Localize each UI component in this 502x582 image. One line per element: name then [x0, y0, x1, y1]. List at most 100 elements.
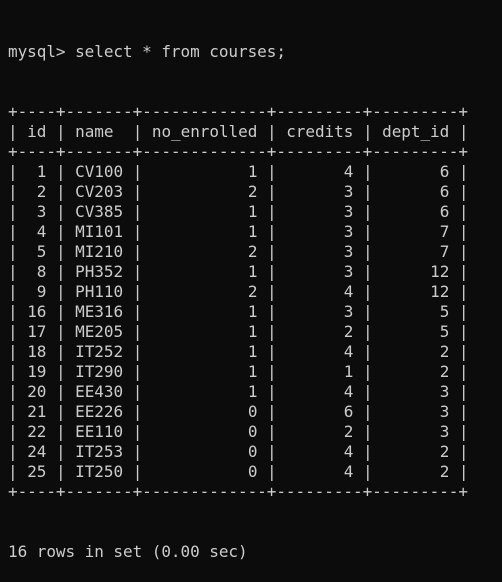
cell-name: CV385: [75, 202, 124, 221]
table-row: | 3 | CV385 | 1 | 3 | 6 |: [8, 202, 469, 221]
cell-no_enrolled: 1: [247, 222, 258, 241]
cell-name: EE226: [75, 402, 124, 421]
table-row: | 24 | IT253 | 0 | 4 | 2 |: [8, 442, 469, 461]
table-row: | 8 | PH352 | 1 | 3 | 12 |: [8, 262, 469, 281]
table-border: +----+-------+-------------+---------+--…: [8, 102, 468, 121]
cell-dept_id: 2: [439, 362, 450, 381]
column-header-dept_id: dept_id: [382, 122, 450, 141]
table-border: +----+-------+-------------+---------+--…: [8, 142, 468, 161]
cell-no_enrolled: 0: [247, 462, 258, 481]
cell-dept_id: 6: [439, 162, 450, 181]
cell-dept_id: 12: [430, 282, 450, 301]
cell-dept_id: 2: [439, 462, 450, 481]
cell-dept_id: 2: [439, 342, 450, 361]
cell-name: IT252: [75, 342, 124, 361]
cell-name: MI210: [75, 242, 124, 261]
table-row: | 22 | EE110 | 0 | 2 | 3 |: [8, 422, 469, 441]
cell-dept_id: 12: [430, 262, 450, 281]
column-header-credits: credits: [286, 122, 354, 141]
table-row: | 2 | CV203 | 2 | 3 | 6 |: [8, 182, 469, 201]
cell-dept_id: 7: [439, 222, 450, 241]
table-row: | 16 | ME316 | 1 | 3 | 5 |: [8, 302, 469, 321]
table-row: | 25 | IT250 | 0 | 4 | 2 |: [8, 462, 469, 481]
terminal-window[interactable]: mysql> select * from courses; +----+----…: [8, 2, 469, 582]
result-table: +----+-------+-------------+---------+--…: [8, 102, 469, 502]
result-footer: 16 rows in set (0.00 sec): [8, 542, 248, 561]
cell-name: PH110: [75, 282, 124, 301]
cell-no_enrolled: 1: [247, 262, 258, 281]
cell-id: 2: [36, 182, 47, 201]
cell-dept_id: 6: [439, 182, 450, 201]
cell-id: 20: [27, 382, 47, 401]
cell-id: 1: [36, 162, 47, 181]
cell-dept_id: 7: [439, 242, 450, 261]
cell-credits: 3: [343, 202, 354, 221]
table-row: | 20 | EE430 | 1 | 4 | 3 |: [8, 382, 469, 401]
cell-id: 19: [27, 362, 47, 381]
table-row: | 17 | ME205 | 1 | 2 | 5 |: [8, 322, 469, 341]
cell-id: 22: [27, 422, 47, 441]
table-row: | 21 | EE226 | 0 | 6 | 3 |: [8, 402, 469, 421]
table-row: | 18 | IT252 | 1 | 4 | 2 |: [8, 342, 469, 361]
cell-name: MI101: [75, 222, 124, 241]
column-header-no_enrolled: no_enrolled: [151, 122, 258, 141]
cell-name: PH352: [75, 262, 124, 281]
column-header-id: id: [27, 122, 47, 141]
cell-id: 5: [36, 242, 47, 261]
cell-id: 17: [27, 322, 47, 341]
cell-no_enrolled: 1: [247, 322, 258, 341]
cell-credits: 3: [343, 182, 354, 201]
command-line: mysql> select * from courses;: [8, 42, 469, 62]
table-row: | 4 | MI101 | 1 | 3 | 7 |: [8, 222, 469, 241]
cell-no_enrolled: 1: [247, 362, 258, 381]
cell-credits: 3: [343, 242, 354, 261]
cell-dept_id: 5: [439, 302, 450, 321]
cell-no_enrolled: 1: [247, 302, 258, 321]
cell-id: 24: [27, 442, 47, 461]
cell-name: IT250: [75, 462, 124, 481]
cell-name: ME205: [75, 322, 124, 341]
cell-id: 18: [27, 342, 47, 361]
cell-no_enrolled: 0: [247, 422, 258, 441]
cell-dept_id: 3: [439, 382, 450, 401]
cell-no_enrolled: 1: [247, 202, 258, 221]
cell-credits: 1: [343, 362, 354, 381]
cell-dept_id: 2: [439, 442, 450, 461]
cell-no_enrolled: 1: [247, 342, 258, 361]
cell-name: EE430: [75, 382, 124, 401]
table-row: | 1 | CV100 | 1 | 4 | 6 |: [8, 162, 469, 181]
cell-no_enrolled: 2: [247, 242, 258, 261]
cell-dept_id: 3: [439, 422, 450, 441]
cell-no_enrolled: 2: [247, 182, 258, 201]
cell-dept_id: 5: [439, 322, 450, 341]
cell-credits: 4: [343, 282, 354, 301]
cell-name: EE110: [75, 422, 124, 441]
cell-credits: 4: [343, 462, 354, 481]
table-row: | 5 | MI210 | 2 | 3 | 7 |: [8, 242, 469, 261]
cell-credits: 3: [343, 222, 354, 241]
cell-dept_id: 6: [439, 202, 450, 221]
table-header: | id | name | no_enrolled | credits | de…: [8, 122, 469, 141]
cell-credits: 3: [343, 262, 354, 281]
cell-credits: 4: [343, 342, 354, 361]
cell-credits: 3: [343, 302, 354, 321]
cell-name: IT253: [75, 442, 124, 461]
cell-credits: 4: [343, 382, 354, 401]
cell-credits: 4: [343, 442, 354, 461]
cell-credits: 6: [343, 402, 354, 421]
table-row: | 9 | PH110 | 2 | 4 | 12 |: [8, 282, 469, 301]
column-header-name: name: [75, 122, 114, 141]
cell-id: 9: [36, 282, 47, 301]
cell-id: 21: [27, 402, 47, 421]
cell-id: 25: [27, 462, 47, 481]
cell-no_enrolled: 1: [247, 162, 258, 181]
table-border: +----+-------+-------------+---------+--…: [8, 482, 468, 501]
cell-name: ME316: [75, 302, 124, 321]
table-row: | 19 | IT290 | 1 | 1 | 2 |: [8, 362, 469, 381]
cell-id: 16: [27, 302, 47, 321]
cell-name: CV100: [75, 162, 124, 181]
cell-no_enrolled: 0: [247, 402, 258, 421]
cell-id: 8: [36, 262, 47, 281]
command-text: select * from courses;: [75, 42, 286, 61]
cell-name: IT290: [75, 362, 124, 381]
